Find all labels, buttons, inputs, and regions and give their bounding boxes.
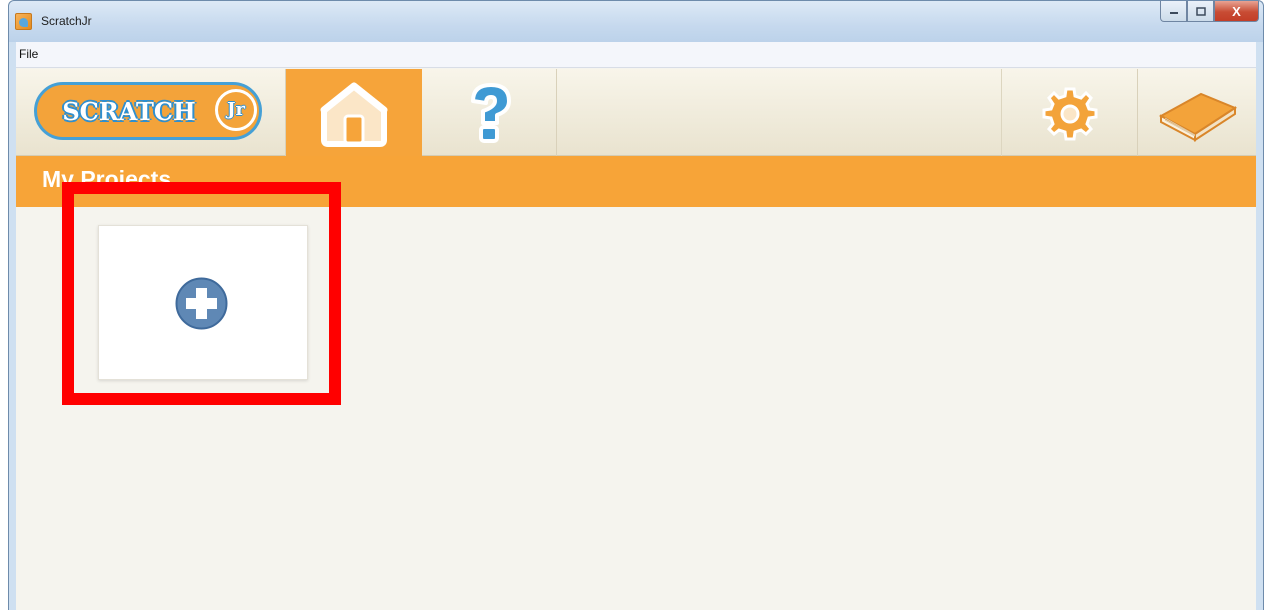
- minimize-icon: [1169, 12, 1178, 14]
- toolbar-spacer: [557, 69, 1002, 156]
- logo-badge: SCRATCH Jr: [34, 82, 262, 140]
- minimize-button[interactable]: [1160, 1, 1187, 22]
- window-title: ScratchJr: [41, 14, 92, 28]
- close-button[interactable]: X: [1214, 1, 1259, 22]
- scratchjr-app-icon: [15, 13, 32, 30]
- tab-settings[interactable]: [1002, 69, 1138, 156]
- annotation-highlight-box: [62, 182, 341, 405]
- logo-jr-badge: Jr: [215, 89, 257, 131]
- tab-home[interactable]: [286, 69, 422, 156]
- home-icon: [320, 82, 388, 147]
- title-bar: ScratchJr X: [9, 1, 1263, 42]
- logo-text: SCRATCH: [62, 97, 196, 126]
- tab-book[interactable]: [1138, 69, 1256, 156]
- menu-bar: File: [16, 42, 1256, 68]
- scratchjr-logo: SCRATCH Jr: [16, 69, 286, 156]
- window-controls: X: [1160, 1, 1259, 23]
- question-icon: [471, 82, 511, 143]
- scratchjr-toolbar: SCRATCH Jr: [16, 69, 1256, 156]
- maximize-icon: [1195, 6, 1206, 16]
- gear-icon: [1042, 87, 1097, 140]
- book-icon: [1158, 92, 1238, 142]
- tab-help[interactable]: [422, 69, 557, 156]
- menu-file[interactable]: File: [19, 47, 38, 61]
- maximize-button[interactable]: [1187, 1, 1214, 22]
